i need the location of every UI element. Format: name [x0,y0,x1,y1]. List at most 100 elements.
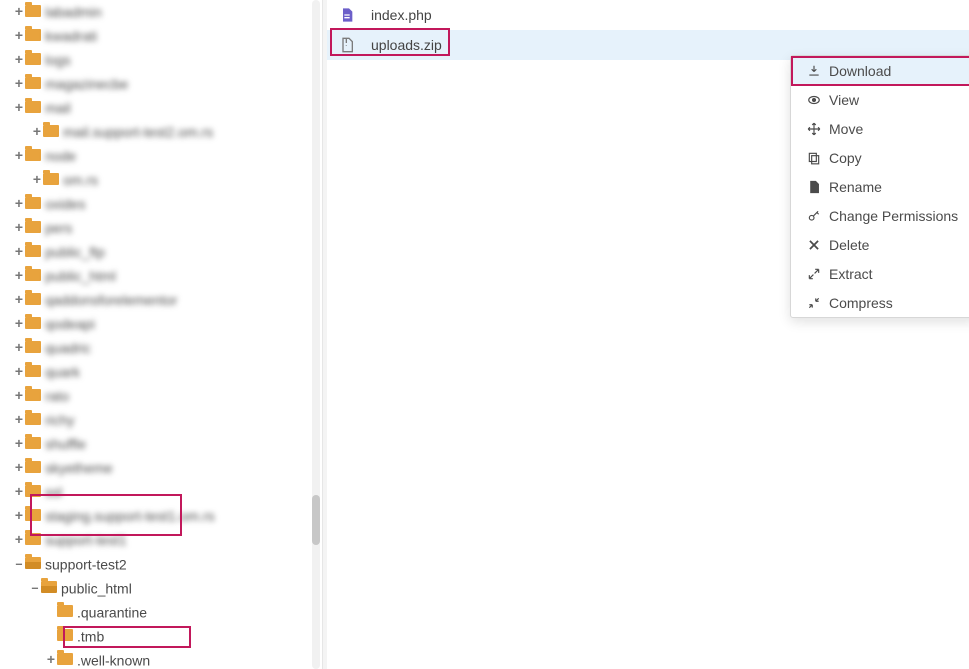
tree-item-label: public_html [45,268,116,284]
tree-toggle[interactable]: + [14,146,24,168]
menu-rename[interactable]: Rename [791,172,969,201]
menu-compress[interactable]: Compress [791,288,969,317]
tree-toggle[interactable]: + [14,290,24,312]
menu-label: Move [829,121,863,137]
file-row-index[interactable]: index.php [327,0,969,30]
menu-permissions[interactable]: Change Permissions [791,201,969,230]
tree-item[interactable]: +staging.support-test1.om.rs [14,504,322,528]
folder-open-icon [25,557,41,569]
tree-item-label: support-test2 [45,556,127,572]
folder-icon [57,605,73,617]
tree-item[interactable]: + mail.support-test2.om.rs [14,120,322,144]
tree-item[interactable]: + public_html [14,264,322,288]
menu-move[interactable]: Move [791,114,969,143]
menu-copy[interactable]: Copy [791,143,969,172]
tree-toggle[interactable]: + [14,50,24,72]
tree-item-label: qaddonsforelementor [45,292,177,308]
tree-item[interactable]: + quadric [14,336,322,360]
tree-item[interactable]: + logs [14,48,322,72]
folder-open-icon [41,581,57,593]
folder-icon [25,317,41,329]
tree-toggle[interactable]: + [14,386,24,408]
tree-item-label: quadric [45,340,91,356]
tree-toggle[interactable]: + [14,218,24,240]
folder-icon [25,149,41,161]
tree-item[interactable]: +magazinecbe [14,72,322,96]
tree-toggle[interactable]: + [14,362,24,384]
tree-item[interactable]: +mail [14,96,322,120]
sidebar-scrollbar[interactable] [312,0,320,669]
key-icon [805,209,823,223]
tree-toggle[interactable]: – [30,578,40,600]
file-icon [805,180,823,194]
tree-toggle[interactable]: – [14,554,24,576]
menu-label: Extract [829,266,873,282]
tree-item-label: ssl [45,484,62,500]
menu-delete[interactable]: Delete [791,230,969,259]
tree-item[interactable]: + labadmin [14,0,322,24]
menu-label: Change Permissions [829,208,958,224]
tree-item[interactable]: +shuffle [14,432,322,456]
folder-icon [25,341,41,353]
tree-item[interactable]: +.quarantine [46,600,322,624]
menu-label: Download [829,63,891,79]
menu-label: View [829,92,859,108]
tree-toggle[interactable]: + [14,74,24,96]
tree-item-label: .quarantine [77,604,147,620]
tree-item[interactable]: +quark [14,360,322,384]
menu-extract[interactable]: Extract [791,259,969,288]
tree-toggle[interactable]: + [14,482,24,504]
folder-icon [25,77,41,89]
tree-toggle[interactable]: + [14,530,24,552]
folder-icon [57,629,73,641]
tree-item[interactable]: +oxides [14,192,322,216]
tree-item[interactable]: + support-test1 [14,528,322,552]
tree-item[interactable]: +kwadrati [14,24,322,48]
tree-toggle[interactable]: + [14,410,24,432]
tree-item[interactable]: +.tmb [46,624,322,648]
tree-item-label: mail.support-test2.om.rs [63,124,213,140]
tree-item-label: om.rs [63,172,98,188]
menu-label: Delete [829,237,869,253]
expand-icon [805,267,823,281]
tree-toggle[interactable]: + [46,650,56,669]
tree-item-label: logs [45,52,71,68]
tree-toggle[interactable]: + [14,458,24,480]
tree-item[interactable]: –public_html+.quarantine+.tmb+.well-know… [30,576,322,669]
tree-item-label: support-test1 [45,532,127,548]
menu-label: Copy [829,150,862,166]
tree-toggle[interactable]: + [14,98,24,120]
tree-toggle[interactable]: + [14,338,24,360]
tree-toggle[interactable]: + [14,434,24,456]
tree-item[interactable]: +qodeapi [14,312,322,336]
tree-toggle[interactable]: + [32,170,42,192]
tree-item[interactable]: + om.rs [14,168,322,192]
tree-item[interactable]: +rato [14,384,322,408]
tree-item[interactable]: +pers [14,216,322,240]
menu-view[interactable]: View [791,85,969,114]
tree-toggle[interactable]: + [14,26,24,48]
tree-item[interactable]: + ssl [14,480,322,504]
menu-label: Compress [829,295,893,311]
tree-toggle[interactable]: + [14,314,24,336]
file-list: index.php uploads.zip Download View [323,0,969,669]
tree-toggle[interactable]: + [14,506,24,528]
tree-item[interactable]: +public_ftp [14,240,322,264]
tree-item-label: labadmin [45,4,102,20]
tree-item[interactable]: + qaddonsforelementor [14,288,322,312]
tree-item[interactable]: –support-test2–public_html+.quarantine+.… [14,552,322,669]
tree-toggle[interactable]: + [14,194,24,216]
tree-item[interactable]: +richy [14,408,322,432]
context-menu: Download View Move Copy [790,55,969,318]
tree-item-label: .well-known [77,652,150,668]
tree-toggle[interactable]: + [14,266,24,288]
tree-item[interactable]: +skyetheme [14,456,322,480]
tree-toggle[interactable]: + [14,242,24,264]
file-name: index.php [371,7,432,23]
tree-item[interactable]: +node [14,144,322,168]
php-file-icon [339,5,355,25]
tree-item[interactable]: + .well-known [46,648,322,669]
tree-toggle[interactable]: + [14,2,24,24]
menu-download[interactable]: Download [791,56,969,85]
tree-toggle[interactable]: + [32,122,42,144]
